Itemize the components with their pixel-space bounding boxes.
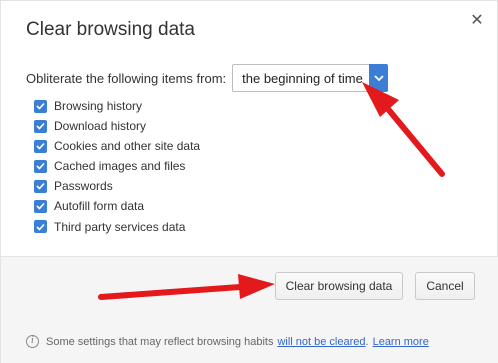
checkbox-passwords[interactable] [34,179,47,193]
checkbox-download-history[interactable] [34,119,47,133]
item-label: Browsing history [54,99,143,113]
list-item[interactable]: Download history [34,116,200,136]
chevron-down-icon[interactable] [369,64,389,92]
note-period: . [365,335,369,348]
checkmark-icon [36,203,45,211]
checkmark-icon [36,123,45,130]
list-item[interactable]: Browsing history [34,96,200,116]
checkbox-cookies[interactable] [34,139,47,153]
time-period-value: the beginning of time [242,70,363,86]
checkbox-autofill[interactable] [34,199,47,213]
learn-more-link[interactable]: Learn more [373,336,429,348]
item-label: Cached images and files [54,159,186,174]
will-not-be-cleared-link[interactable]: will not be cleared [277,336,365,348]
settings-note: i Some settings that may reflect browsin… [26,335,429,348]
time-period-row: Obliterate the following items from: the… [26,64,389,92]
list-item[interactable]: Third party services data [34,217,200,237]
dialog-footer: Clear browsing data Cancel i Some settin… [1,256,498,363]
info-icon: i [26,335,39,348]
cancel-button[interactable]: Cancel [415,272,475,300]
checkbox-cached-images[interactable] [34,159,47,173]
clear-browsing-data-button[interactable]: Clear browsing data [275,272,403,300]
list-item[interactable]: Cookies and other site data [34,136,200,156]
dialog-title: Clear browsing data [26,19,195,40]
item-label: Third party services data [54,219,186,234]
list-item[interactable]: Autofill form data [34,196,200,216]
time-period-label: Obliterate the following items from: [26,70,227,86]
list-item[interactable]: Passwords [34,176,200,196]
item-label: Autofill form data [54,199,145,214]
item-label: Download history [54,119,147,134]
clear-browsing-data-dialog: Clear browsing data ✕ Obliterate the fol… [0,0,498,363]
item-label: Passwords [54,179,113,194]
checkbox-browsing-history[interactable] [34,99,47,113]
item-label: Cookies and other site data [54,139,201,154]
checkmark-icon [36,163,45,170]
checkmark-icon [36,223,45,231]
data-type-list: Browsing history Download history Cookie… [34,96,200,237]
checkmark-icon [36,183,45,191]
checkmark-icon [36,102,45,110]
note-text: Some settings that may reflect browsing … [46,335,274,348]
checkbox-third-party[interactable] [34,220,47,234]
time-period-select[interactable]: the beginning of time [232,64,389,92]
close-icon[interactable]: ✕ [467,11,487,31]
checkmark-icon [36,143,45,150]
list-item[interactable]: Cached images and files [34,156,200,176]
